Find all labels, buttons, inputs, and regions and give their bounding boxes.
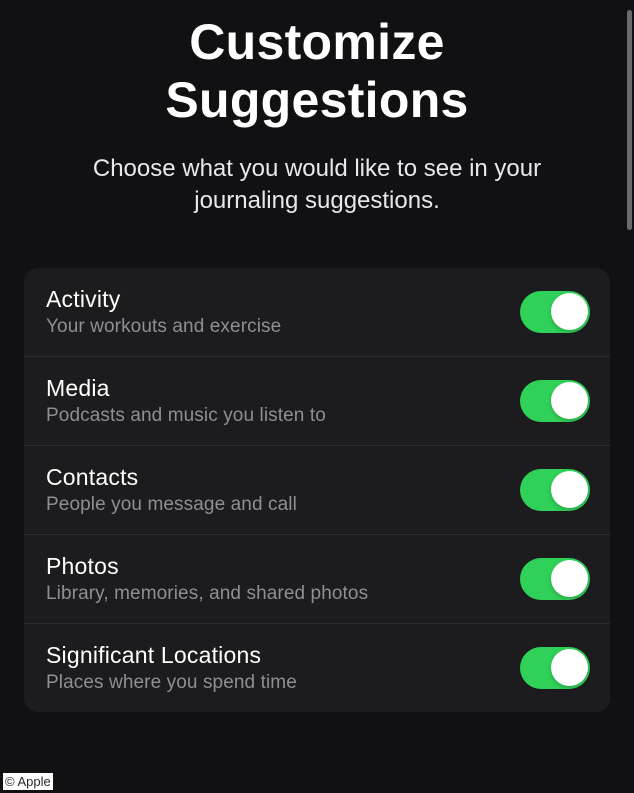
setting-title: Media <box>46 375 520 402</box>
settings-list: Activity Your workouts and exercise Medi… <box>24 268 610 712</box>
toggle-photos[interactable] <box>520 558 590 600</box>
setting-desc: Podcasts and music you listen to <box>46 405 520 427</box>
setting-desc: Your workouts and exercise <box>46 316 520 338</box>
setting-row-significant-locations: Significant Locations Places where you s… <box>24 624 610 712</box>
toggle-contacts[interactable] <box>520 469 590 511</box>
toggle-knob <box>551 382 588 419</box>
settings-screen: Customize Suggestions Choose what you wo… <box>0 0 634 712</box>
setting-desc: Library, memories, and shared photos <box>46 583 520 605</box>
setting-title: Significant Locations <box>46 642 520 669</box>
setting-row-activity: Activity Your workouts and exercise <box>24 268 610 357</box>
toggle-knob <box>551 471 588 508</box>
setting-title: Photos <box>46 553 520 580</box>
setting-text: Media Podcasts and music you listen to <box>46 375 520 427</box>
setting-title: Contacts <box>46 464 520 491</box>
scrollbar[interactable] <box>627 10 632 230</box>
setting-row-media: Media Podcasts and music you listen to <box>24 357 610 446</box>
page-title: Customize Suggestions <box>24 0 610 129</box>
toggle-knob <box>551 560 588 597</box>
setting-text: Photos Library, memories, and shared pho… <box>46 553 520 605</box>
toggle-significant-locations[interactable] <box>520 647 590 689</box>
toggle-knob <box>551 649 588 686</box>
setting-row-contacts: Contacts People you message and call <box>24 446 610 535</box>
setting-row-photos: Photos Library, memories, and shared pho… <box>24 535 610 624</box>
title-line-2: Suggestions <box>165 72 468 128</box>
toggle-knob <box>551 293 588 330</box>
toggle-media[interactable] <box>520 380 590 422</box>
setting-desc: People you message and call <box>46 494 520 516</box>
setting-desc: Places where you spend time <box>46 672 520 694</box>
setting-text: Significant Locations Places where you s… <box>46 642 520 694</box>
setting-text: Contacts People you message and call <box>46 464 520 516</box>
setting-text: Activity Your workouts and exercise <box>46 286 520 338</box>
attribution-label: © Apple <box>3 773 53 790</box>
toggle-activity[interactable] <box>520 291 590 333</box>
title-line-1: Customize <box>189 14 445 70</box>
page-subtitle: Choose what you would like to see in you… <box>24 153 610 218</box>
setting-title: Activity <box>46 286 520 313</box>
